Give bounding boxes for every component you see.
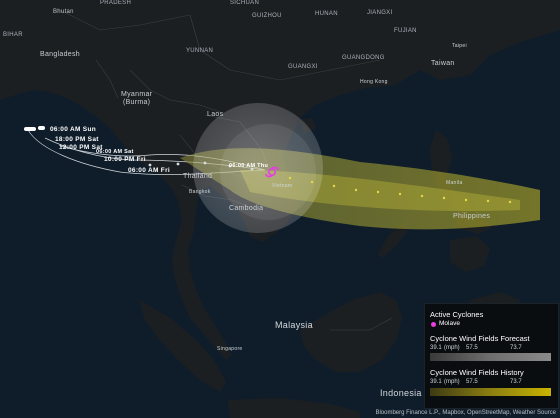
label-manila: Manila	[446, 180, 463, 186]
track-label-sat-6am: 06:00 AM Sat	[96, 149, 134, 155]
track-label-sun: 06:00 AM Sun	[50, 126, 96, 133]
label-bangkok: Bangkok	[189, 189, 211, 195]
label-bihar: BIHAR	[3, 32, 23, 38]
forecast-scale-high: 73.7	[510, 345, 522, 351]
label-bhutan: Bhutan	[53, 9, 74, 15]
map-attribution[interactable]: Bloomberg Finance L.P., Mapbox, OpenStre…	[375, 410, 556, 416]
history-scale-unit: (mph)	[444, 379, 460, 385]
label-hong-kong: Hong Kong	[360, 79, 388, 85]
label-taipei: Taipei	[452, 43, 467, 49]
history-scale-mid: 57.5	[466, 379, 478, 385]
legend-forecast-title: Cyclone Wind Fields Forecast	[430, 334, 530, 343]
storm-marker-icon	[431, 322, 436, 327]
forecast-scale-low: 39.1	[430, 345, 442, 351]
label-myanmar: Myanmar (Burma)	[121, 91, 153, 106]
label-thailand: Thailand	[183, 173, 213, 180]
forecast-color-bar	[430, 353, 551, 361]
label-taiwan: Taiwan	[431, 60, 455, 67]
label-cambodia: Cambodia	[229, 205, 264, 212]
label-jiangxi: JIANGXI	[367, 10, 393, 16]
track-label-sat-6pm: 18:00 PM Sat	[55, 136, 99, 143]
label-bangladesh: Bangladesh	[40, 51, 80, 58]
label-singapore: Singapore	[217, 346, 243, 352]
label-guangxi: GUANGXI	[288, 64, 318, 70]
label-pradesh: PRADESH	[100, 0, 132, 6]
label-fujian: FUJIAN	[394, 28, 417, 34]
track-label-thu: 06:00 AM Thu	[229, 163, 269, 169]
label-guizhou: GUIZHOU	[252, 13, 282, 19]
legend-title: Active Cyclones	[430, 310, 484, 319]
cyclone-map[interactable]: Bhutan PRADESH SICHUAN GUIZHOU HUNAN JIA…	[0, 0, 560, 418]
label-malaysia: Malaysia	[275, 320, 313, 330]
label-hunan: HUNAN	[315, 11, 338, 17]
label-laos: Laos	[207, 111, 224, 118]
label-vietnam: Vietnam	[272, 183, 293, 189]
label-yunnan: YUNNAN	[186, 48, 214, 54]
label-indonesia: Indonesia	[380, 388, 422, 398]
label-sichuan: SICHUAN	[230, 0, 260, 6]
forecast-scale-unit: (mph)	[444, 345, 460, 351]
legend-history-title: Cyclone Wind Fields History	[430, 368, 524, 377]
track-label-fri-10pm: 10:00 PM Fri	[104, 156, 146, 163]
history-scale-high: 73.7	[510, 379, 522, 385]
track-label-fri-6am: 06:00 AM Fri	[128, 167, 171, 174]
forecast-scale-mid: 57.5	[466, 345, 478, 351]
history-color-bar	[430, 388, 551, 396]
label-philippines: Philippines	[453, 213, 491, 220]
history-scale-low: 39.1	[430, 379, 442, 385]
legend-panel: Active Cyclones Molave Cyclone Wind Fiel…	[424, 303, 559, 409]
label-guangdong: GUANGDONG	[342, 55, 385, 61]
legend-storm-name[interactable]: Molave	[439, 320, 460, 327]
